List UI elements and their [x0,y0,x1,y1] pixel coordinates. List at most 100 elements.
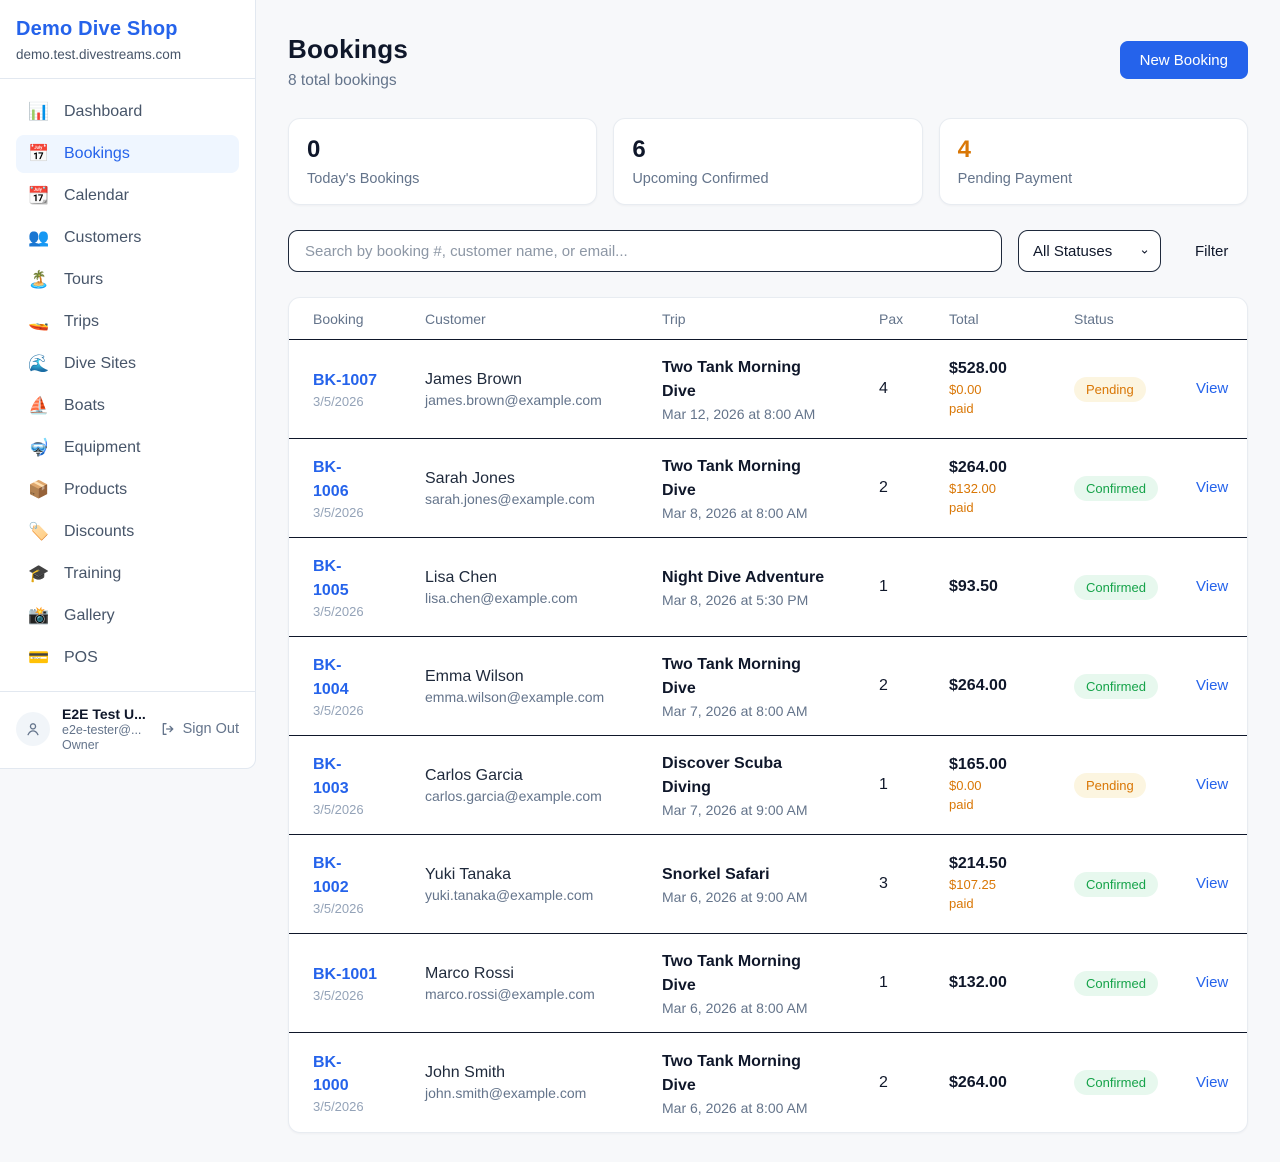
booking-id-link[interactable]: BK- 1004 [313,657,349,697]
dashboard-icon: 📊 [28,102,48,122]
action-cell: View [1196,677,1223,695]
status-cell: Confirmed [1074,971,1196,996]
booking-id-link[interactable]: BK- 1003 [313,756,349,796]
filter-row: All Statuses ⌄ Filter [288,230,1248,272]
gallery-icon: 📸 [28,606,48,626]
sidebar-item-trips[interactable]: 🚤 Trips [16,303,239,341]
booking-cell: BK- 1000 3/5/2026 [313,1051,425,1114]
sidebar-item-pos[interactable]: 💳 POS [16,639,239,677]
status-badge: Confirmed [1074,971,1158,996]
customer-name: James Brown [425,371,662,389]
sidebar-item-customers[interactable]: 👥 Customers [16,219,239,257]
sidebar-item-equipment[interactable]: 🤿 Equipment [16,429,239,467]
booking-date: 3/5/2026 [313,802,425,817]
trip-name: Two Tank Morning Dive [662,653,879,701]
equipment-icon: 🤿 [28,438,48,458]
booking-cell: BK-1001 3/5/2026 [313,963,425,1003]
status-badge: Confirmed [1074,575,1158,600]
sign-out-button[interactable]: Sign Out [160,721,239,737]
view-link[interactable]: View [1196,479,1228,496]
view-link[interactable]: View [1196,380,1228,397]
trip-cell: Night Dive Adventure Mar 8, 2026 at 5:30… [662,566,879,608]
sidebar-item-boats[interactable]: ⛵ Boats [16,387,239,425]
stat-label: Pending Payment [958,171,1229,187]
trip-cell: Two Tank Morning Dive Mar 6, 2026 at 8:0… [662,950,879,1016]
customer-name: Lisa Chen [425,569,662,587]
stat-value: 4 [958,136,1229,164]
trip-cell: Two Tank Morning Dive Mar 8, 2026 at 8:0… [662,455,879,521]
sidebar-item-label: Customers [64,229,141,247]
total-amount: $132.00 [949,974,1074,992]
bookings-icon: 📅 [28,144,48,164]
total-cell: $264.00 [949,1074,1074,1092]
sign-out-icon [160,721,176,737]
sidebar-item-tours[interactable]: 🏝️ Tours [16,261,239,299]
stat-label: Upcoming Confirmed [632,171,903,187]
training-icon: 🎓 [28,564,48,584]
action-cell: View [1196,875,1223,893]
trip-cell: Snorkel Safari Mar 6, 2026 at 9:00 AM [662,863,879,905]
pax-count: 2 [879,677,949,695]
customer-email: carlos.garcia@example.com [425,788,662,804]
stat-card-todays-bookings: 0 Today's Bookings [288,118,597,205]
sidebar-item-calendar[interactable]: 📆 Calendar [16,177,239,215]
trips-icon: 🚤 [28,312,48,332]
status-badge: Confirmed [1074,476,1158,501]
column-header-pax: Pax [879,311,949,327]
stat-label: Today's Bookings [307,171,578,187]
view-link[interactable]: View [1196,875,1228,892]
trip-cell: Two Tank Morning Dive Mar 6, 2026 at 8:0… [662,1050,879,1116]
filter-button[interactable]: Filter [1195,243,1228,260]
status-cell: Confirmed [1074,872,1196,897]
sidebar-item-label: Gallery [64,607,115,625]
customer-cell: Emma Wilson emma.wilson@example.com [425,668,662,705]
booking-id-link[interactable]: BK- 1005 [313,558,349,598]
sidebar-item-products[interactable]: 📦 Products [16,471,239,509]
total-amount: $165.00 [949,756,1074,774]
view-link[interactable]: View [1196,677,1228,694]
action-cell: View [1196,380,1223,398]
new-booking-button[interactable]: New Booking [1120,41,1248,79]
sidebar-item-gallery[interactable]: 📸 Gallery [16,597,239,635]
total-cell: $528.00 $0.00 paid [949,360,1074,417]
view-link[interactable]: View [1196,1074,1228,1091]
sidebar-item-bookings[interactable]: 📅 Bookings [16,135,239,173]
total-amount: $264.00 [949,677,1074,695]
sidebar-item-label: Boats [64,397,105,415]
sidebar-item-discounts[interactable]: 🏷️ Discounts [16,513,239,551]
view-link[interactable]: View [1196,974,1228,991]
pax-count: 1 [879,776,949,794]
booking-id-link[interactable]: BK- 1002 [313,855,349,895]
page-title: Bookings [288,34,408,65]
booking-id-link[interactable]: BK-1007 [313,372,377,389]
user-icon [24,720,42,738]
view-link[interactable]: View [1196,776,1228,793]
column-header-trip: Trip [662,311,879,327]
sidebar-item-dive-sites[interactable]: 🌊 Dive Sites [16,345,239,383]
status-badge: Pending [1074,377,1146,402]
action-cell: View [1196,974,1223,992]
shop-name: Demo Dive Shop [16,18,239,41]
sidebar-item-training[interactable]: 🎓 Training [16,555,239,593]
status-cell: Pending [1074,773,1196,798]
booking-id-link[interactable]: BK-1001 [313,966,377,983]
booking-id-link[interactable]: BK- 1000 [313,1054,349,1094]
user-meta: E2E Test U... e2e-tester@... Owner [62,706,148,752]
total-amount: $528.00 [949,360,1074,378]
sidebar-item-label: Calendar [64,187,129,205]
view-link[interactable]: View [1196,578,1228,595]
trip-datetime: Mar 7, 2026 at 9:00 AM [662,802,879,818]
customer-email: john.smith@example.com [425,1085,662,1101]
booking-cell: BK- 1004 3/5/2026 [313,654,425,717]
sidebar-item-label: Dive Sites [64,355,136,373]
page-subtitle: 8 total bookings [288,72,408,90]
column-header-customer: Customer [425,311,662,327]
total-cell: $264.00 [949,677,1074,695]
status-select[interactable]: All Statuses [1018,230,1161,272]
trip-cell: Discover Scuba Diving Mar 7, 2026 at 9:0… [662,752,879,818]
sidebar-item-dashboard[interactable]: 📊 Dashboard [16,93,239,131]
trip-datetime: Mar 6, 2026 at 8:00 AM [662,1000,879,1016]
search-input[interactable] [288,230,1002,272]
customer-email: james.brown@example.com [425,392,662,408]
booking-id-link[interactable]: BK- 1006 [313,459,349,499]
